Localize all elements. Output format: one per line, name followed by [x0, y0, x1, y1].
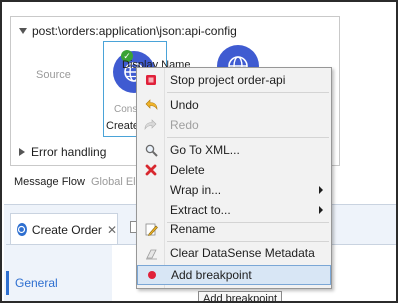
stop-icon: [137, 70, 165, 90]
menu-item-label: Extract to...: [170, 203, 231, 217]
menu-item-label: Redo: [170, 118, 199, 132]
menu-item-label: Delete: [170, 163, 205, 177]
side-nav: General A: [6, 245, 112, 301]
source-label: Source: [36, 69, 71, 81]
menu-item-label: Stop project order-api: [170, 73, 286, 87]
menu-item-label: Add breakpoint: [171, 268, 252, 282]
menu-item-redo[interactable]: Redo: [137, 115, 331, 135]
menu-separator: [167, 92, 329, 93]
tab-create-order[interactable]: Create Order ✕: [10, 213, 118, 245]
menu-item-stop-project[interactable]: Stop project order-api: [137, 70, 331, 90]
context-menu: Stop project order-api Undo Redo Go To X…: [136, 67, 332, 289]
menu-item-label: Rename: [170, 222, 216, 236]
redo-icon: [137, 115, 165, 135]
menu-item-go-to-xml[interactable]: Go To XML...: [137, 140, 331, 160]
menu-item-clear-datasense[interactable]: Clear DataSense Metadata: [137, 243, 331, 263]
rename-icon: [137, 219, 165, 239]
tab-label: Create Order: [31, 222, 102, 237]
tab-message-flow[interactable]: Message Flow: [14, 176, 85, 188]
menu-item-wrap-in[interactable]: Wrap in...: [137, 180, 331, 200]
error-handling-label: Error handling: [31, 145, 107, 159]
canvas-tabs: Message Flow Global Ele: [14, 176, 142, 188]
flow-title: post:\orders:application\json:api-config: [32, 24, 237, 38]
menu-separator: [167, 137, 329, 138]
submenu-arrow-icon: [319, 206, 323, 214]
close-icon[interactable]: ✕: [107, 223, 117, 237]
menu-item-label: Go To XML...: [170, 143, 240, 157]
menu-item-add-breakpoint[interactable]: Add breakpoint: [137, 265, 331, 285]
undo-icon: [137, 95, 165, 115]
breakpoint-icon: [138, 265, 166, 285]
menu-item-extract-to[interactable]: Extract to...: [137, 200, 331, 220]
menu-separator: [167, 241, 329, 242]
menu-item-undo[interactable]: Undo: [137, 95, 331, 115]
menu-item-rename[interactable]: Rename: [137, 219, 331, 239]
connector-icon: [17, 223, 27, 236]
component-name-label: Create: [106, 120, 140, 132]
tab-global-elements[interactable]: Global Ele: [91, 176, 142, 188]
clear-icon: [137, 243, 165, 263]
menu-item-label: Wrap in...: [170, 183, 222, 197]
component-type-label: Cons: [114, 104, 138, 115]
tooltip: Add breakpoint: [198, 291, 282, 301]
menu-item-label: Undo: [170, 98, 199, 112]
side-nav-item-general[interactable]: General: [6, 271, 112, 295]
error-handling-section[interactable]: Error handling: [19, 145, 106, 159]
collapse-triangle-icon[interactable]: [19, 28, 27, 34]
side-nav-item-advanced[interactable]: A: [15, 299, 23, 301]
delete-icon: [137, 160, 165, 180]
flow-header[interactable]: post:\orders:application\json:api-config: [19, 23, 237, 39]
menu-item-delete[interactable]: Delete: [137, 160, 331, 180]
menu-item-label: Clear DataSense Metadata: [170, 246, 315, 260]
magnifier-icon: [137, 140, 165, 160]
submenu-arrow-icon: [319, 186, 323, 194]
app-window: post:\orders:application\json:api-config…: [0, 0, 398, 303]
expand-triangle-icon[interactable]: [19, 148, 25, 156]
